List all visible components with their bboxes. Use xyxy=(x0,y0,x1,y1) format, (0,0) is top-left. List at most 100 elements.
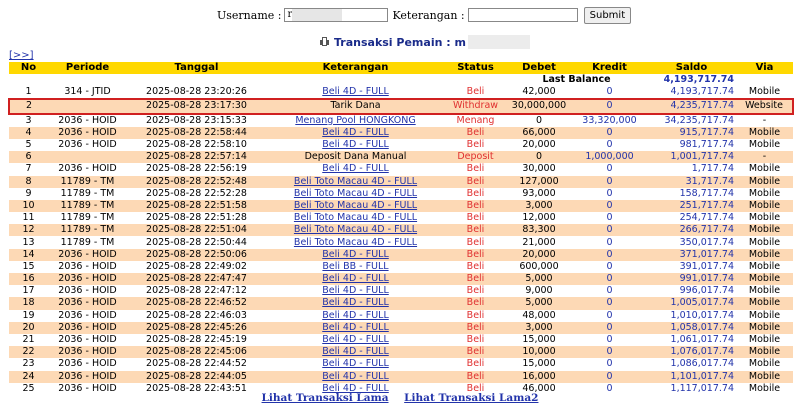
via-cell: Mobile xyxy=(736,138,793,152)
tanggal-cell: 2025-08-28 22:58:44 xyxy=(127,126,266,139)
keterangan-link[interactable]: Beli 4D - FULL xyxy=(322,358,389,369)
periode-cell: 11789 - TM xyxy=(48,212,127,225)
keterangan-cell: Beli 4D - FULL xyxy=(266,86,445,100)
debet-cell: 48,000 xyxy=(506,309,572,322)
tanggal-cell: 2025-08-28 22:44:05 xyxy=(127,370,266,383)
saldo-cell: 391,017.74 xyxy=(647,260,736,273)
keterangan-link[interactable]: Beli 4D - FULL xyxy=(322,139,389,150)
tanggal-cell: 2025-08-28 22:45:26 xyxy=(127,321,266,334)
empty-cell xyxy=(736,74,793,87)
username-label: Username : xyxy=(217,8,282,22)
keterangan-link[interactable]: Beli 4D - FULL xyxy=(322,334,389,345)
status-cell: Beli xyxy=(445,260,506,273)
periode-cell: 2036 - HOID xyxy=(48,113,127,127)
keterangan-link[interactable]: Beli 4D - FULL xyxy=(322,346,389,357)
kredit-cell: 0 xyxy=(572,346,647,359)
keterangan-link[interactable]: Beli BB - FULL xyxy=(322,261,388,272)
periode-cell: 2036 - HOID xyxy=(48,163,127,176)
keterangan-link[interactable]: Beli 4D - FULL xyxy=(322,249,389,260)
keterangan-link[interactable]: Beli Toto Macau 4D - FULL xyxy=(294,237,417,248)
kredit-cell: 0 xyxy=(572,321,647,334)
via-cell: Mobile xyxy=(736,297,793,310)
column-header: Periode xyxy=(48,62,127,74)
table-row: 14 2036 - HOID 2025-08-28 22:50:06 Beli 4D … xyxy=(9,248,793,261)
keterangan-cell: Beli 4D - FULL xyxy=(266,346,445,359)
saldo-cell: 1,058,017.74 xyxy=(647,321,736,334)
status-cell: Beli xyxy=(445,321,506,334)
keterangan-link[interactable]: Beli 4D - FULL xyxy=(322,127,389,138)
keterangan-link[interactable]: Beli Toto Macau 4D - FULL xyxy=(294,188,417,199)
keterangan-cell: Beli 4D - FULL xyxy=(266,273,445,286)
debet-cell: 3,000 xyxy=(506,321,572,334)
keterangan-cell: Beli Toto Macau 4D - FULL xyxy=(266,199,445,213)
debet-cell: 30,000 xyxy=(506,163,572,176)
saldo-cell: 991,017.74 xyxy=(647,273,736,286)
keterangan-link[interactable]: Beli Toto Macau 4D - FULL xyxy=(294,224,417,235)
row-number: 5 xyxy=(9,138,48,152)
transactions-table: No Periode Tanggal Keterangan Status Debet Kre… xyxy=(8,62,794,395)
keterangan-link[interactable]: Beli Toto Macau 4D - FULL xyxy=(294,176,417,187)
footer-links: Lihat Transaksi Lama Lihat Transaksi Lam… xyxy=(0,392,800,404)
submit-button[interactable]: Submit xyxy=(583,6,632,24)
lihat-transaksi-lama2-link[interactable]: Lihat Transaksi Lama2 xyxy=(404,392,538,404)
table-row: 11 11789 - TM 2025-08-28 22:51:28 Beli Toto… xyxy=(9,212,793,225)
kredit-cell: 0 xyxy=(572,163,647,176)
keterangan-text: Deposit Dana Manual xyxy=(304,151,407,163)
via-cell: Mobile xyxy=(736,321,793,334)
keterangan-link[interactable]: Beli 4D - FULL xyxy=(322,310,389,321)
row-number: 20 xyxy=(9,321,48,334)
via-cell: Mobile xyxy=(736,285,793,298)
search-form: Username : r Keterangan : Submit xyxy=(217,6,632,24)
row-number: 8 xyxy=(9,175,48,188)
column-header: No xyxy=(9,62,48,74)
table-row: 24 2036 - HOID 2025-08-28 22:44:05 Beli 4D … xyxy=(9,370,793,383)
kredit-cell: 0 xyxy=(572,126,647,139)
tanggal-cell: 2025-08-28 22:46:03 xyxy=(127,309,266,322)
kredit-cell: 1,000,000 xyxy=(572,151,647,164)
keterangan-link[interactable]: Beli 4D - FULL xyxy=(322,86,389,97)
saldo-cell: 996,017.74 xyxy=(647,285,736,298)
keterangan-cell: Beli Toto Macau 4D - FULL xyxy=(266,175,445,188)
keterangan-cell: Beli Toto Macau 4D - FULL xyxy=(266,212,445,225)
kredit-cell: 0 xyxy=(572,333,647,347)
kredit-cell: 0 xyxy=(572,273,647,286)
keterangan-input[interactable] xyxy=(467,8,578,22)
keterangan-link[interactable]: Beli Toto Macau 4D - FULL xyxy=(294,200,417,211)
periode-cell: 314 - JTID xyxy=(48,86,127,100)
column-header: Debet xyxy=(506,62,572,74)
tanggal-cell: 2025-08-28 22:45:06 xyxy=(127,346,266,359)
keterangan-link[interactable]: Beli 4D - FULL xyxy=(322,322,389,333)
tanggal-cell: 2025-08-28 22:47:47 xyxy=(127,273,266,286)
expand-link[interactable]: [>>] xyxy=(9,50,34,61)
column-header: Saldo xyxy=(647,62,736,74)
redacted-blur xyxy=(292,9,343,21)
periode-cell: 2036 - HOID xyxy=(48,126,127,139)
username-input[interactable]: r xyxy=(284,8,389,22)
table-row: 1 314 - JTID 2025-08-28 23:20:26 Beli 4D - … xyxy=(9,86,793,100)
periode-cell: 2036 - HOID xyxy=(48,285,127,298)
printer-icon[interactable] xyxy=(320,37,329,47)
tanggal-cell: 2025-08-28 22:51:28 xyxy=(127,212,266,225)
debet-cell: 30,000,000 xyxy=(506,98,572,115)
keterangan-link[interactable]: Beli 4D - FULL xyxy=(322,163,389,174)
keterangan-link[interactable]: Beli 4D - FULL xyxy=(322,297,389,308)
tanggal-cell: 2025-08-28 23:20:26 xyxy=(127,86,266,100)
redacted-blur xyxy=(467,35,530,49)
keterangan-link[interactable]: Beli 4D - FULL xyxy=(322,273,389,284)
tanggal-cell: 2025-08-28 22:56:19 xyxy=(127,163,266,176)
lihat-transaksi-lama-link[interactable]: Lihat Transaksi Lama xyxy=(262,392,389,404)
periode-cell: 11789 - TM xyxy=(48,187,127,200)
kredit-cell: 0 xyxy=(572,138,647,152)
column-header: Tanggal xyxy=(127,62,266,74)
keterangan-link[interactable]: Beli 4D - FULL xyxy=(322,285,389,296)
saldo-cell: 34,235,717.74 xyxy=(647,113,736,127)
table-row: 22 2036 - HOID 2025-08-28 22:45:06 Beli 4D … xyxy=(9,346,793,359)
keterangan-link[interactable]: Beli Toto Macau 4D - FULL xyxy=(294,212,417,223)
status-cell: Beli xyxy=(445,248,506,261)
keterangan-link[interactable]: Menang Pool HONGKONG xyxy=(295,115,415,126)
via-cell: Mobile xyxy=(736,236,793,249)
table-row: 15 2036 - HOID 2025-08-28 22:49:02 Beli BB … xyxy=(9,260,793,273)
saldo-cell: 158,717.74 xyxy=(647,187,736,200)
keterangan-link[interactable]: Beli 4D - FULL xyxy=(322,371,389,382)
table-row: 23 2036 - HOID 2025-08-28 22:44:52 Beli 4D … xyxy=(9,358,793,371)
